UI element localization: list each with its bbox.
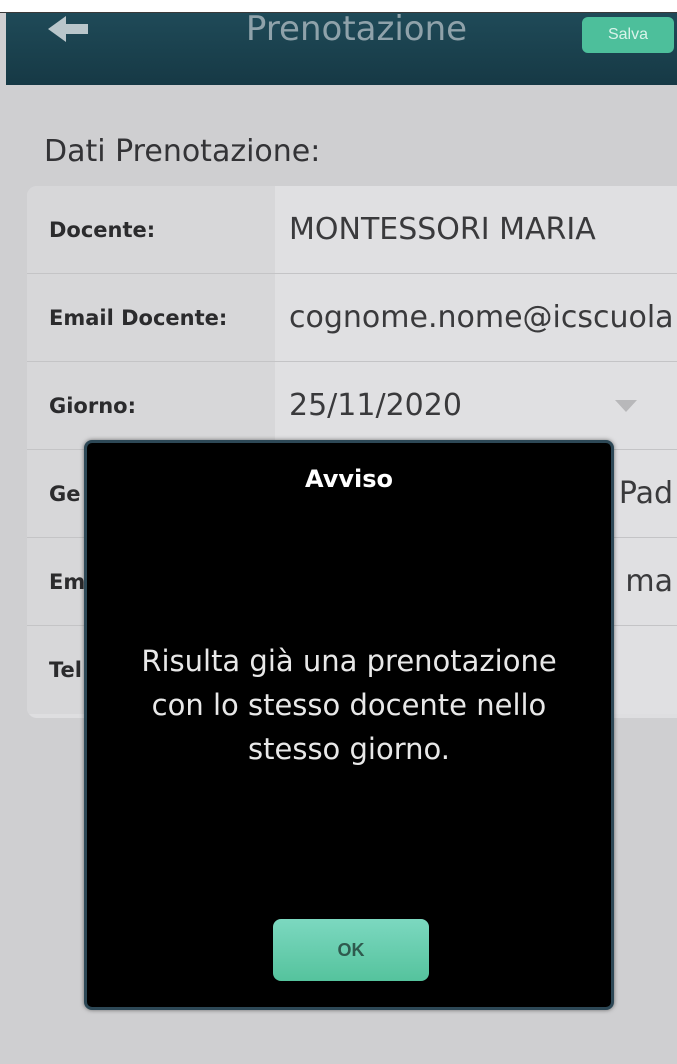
section-title: Dati Prenotazione:	[44, 134, 321, 169]
alert-dialog: Avviso Risulta già una prenotazione con …	[84, 440, 614, 1010]
dialog-message: Risulta già una prenotazione con lo stes…	[141, 644, 557, 766]
row-label: Docente:	[27, 186, 275, 273]
row-label: Email Docente:	[27, 274, 275, 361]
row-giorno: Giorno: 25/11/2020	[27, 362, 677, 450]
arrow-left-icon[interactable]	[46, 15, 102, 55]
ok-button[interactable]: OK	[273, 919, 429, 981]
giorno-value: 25/11/2020	[289, 388, 462, 423]
email-docente-field[interactable]: cognome.nome@icscuola	[275, 274, 677, 361]
app-header: Prenotazione Salva	[6, 9, 677, 85]
page-title: Prenotazione	[245, 9, 468, 49]
giorno-select[interactable]: 25/11/2020	[275, 362, 677, 449]
chevron-down-icon	[615, 400, 637, 412]
docente-field[interactable]: MONTESSORI MARIA	[275, 186, 677, 273]
row-email-docente: Email Docente: cognome.nome@icscuola	[27, 274, 677, 362]
dialog-title: Avviso	[304, 465, 393, 493]
row-docente: Docente: MONTESSORI MARIA	[27, 186, 677, 274]
booking-screen: Prenotazione Salva Dati Prenotazione: Do…	[0, 0, 677, 1064]
save-button[interactable]: Salva	[582, 17, 674, 53]
row-label: Giorno:	[27, 362, 275, 449]
